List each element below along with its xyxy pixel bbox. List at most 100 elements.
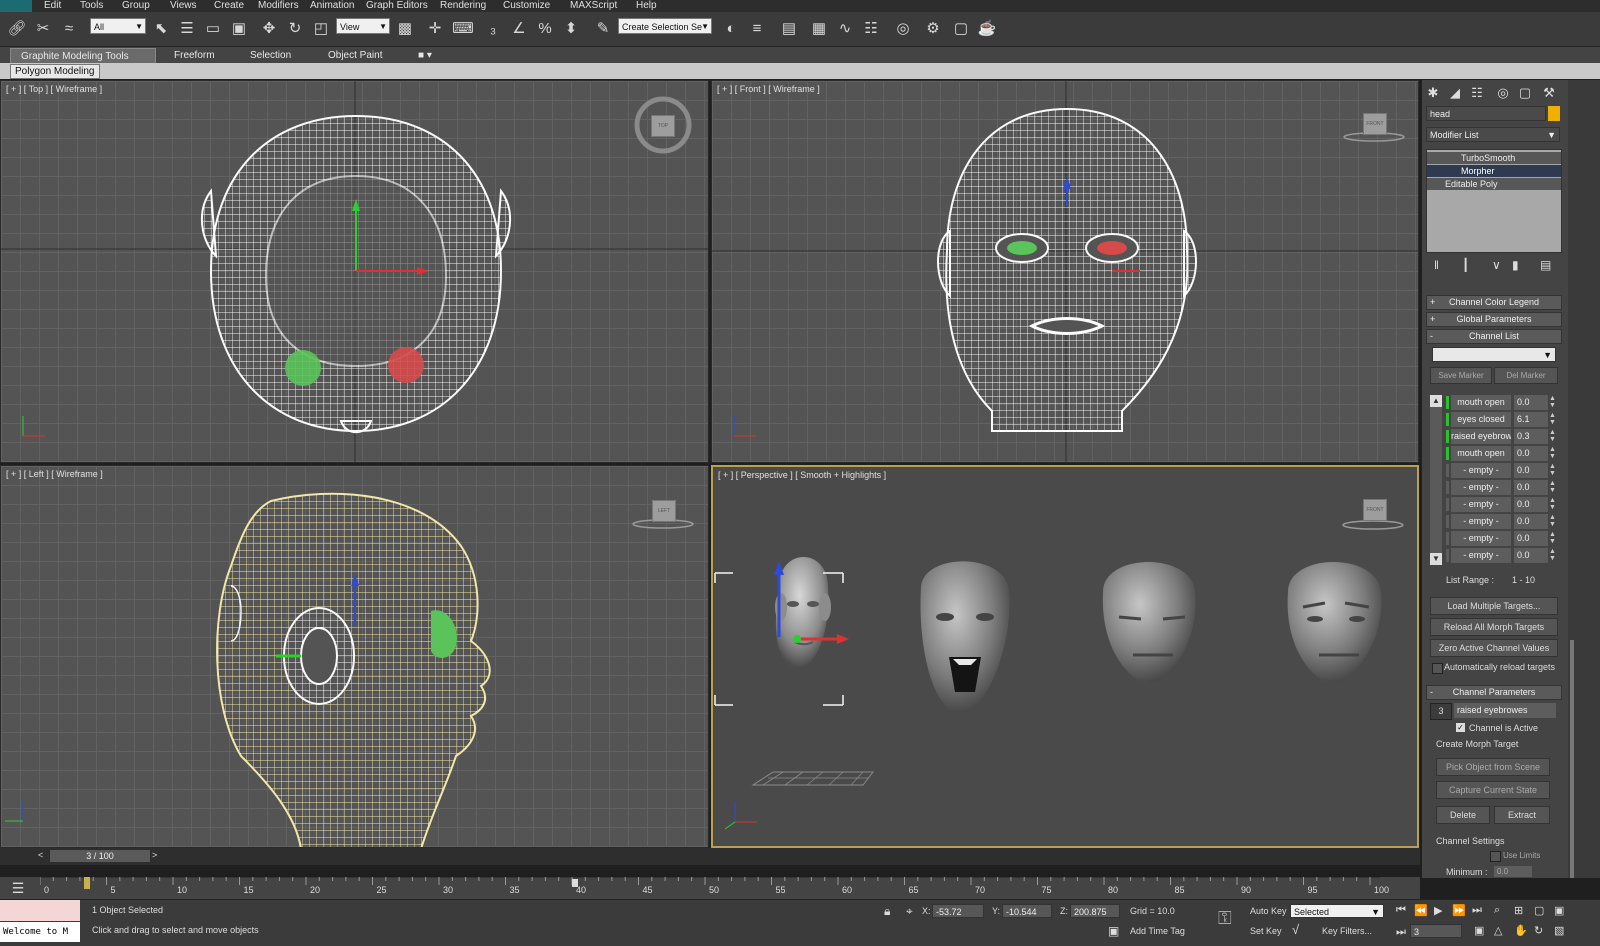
- next-key-icon[interactable]: ⏩: [1452, 904, 1466, 917]
- viewcube[interactable]: FRONT: [1363, 113, 1387, 135]
- tab-object-paint[interactable]: Object Paint: [318, 48, 392, 63]
- render-setup-icon[interactable]: ⚙: [922, 18, 944, 40]
- spinner-snap-icon[interactable]: ⬍: [560, 18, 582, 40]
- scroll-down-icon[interactable]: ▼: [1430, 553, 1442, 565]
- time-config-icon[interactable]: ▣: [1474, 924, 1484, 937]
- menu-views[interactable]: Views: [170, 0, 197, 12]
- window-crossing-icon[interactable]: ▣: [228, 18, 250, 40]
- menu-animation[interactable]: Animation: [310, 0, 354, 12]
- modify-tab-icon[interactable]: ◢: [1446, 84, 1464, 102]
- menu-tools[interactable]: Tools: [80, 0, 103, 12]
- transform-mode-icon[interactable]: ⌖: [906, 904, 913, 919]
- time-tag-icon[interactable]: ▣: [1108, 924, 1119, 938]
- channel-name-field[interactable]: raised eyebrowes: [1454, 703, 1556, 718]
- viewcube[interactable]: LEFT: [652, 500, 676, 522]
- pivot-center-icon[interactable]: ▩: [394, 18, 416, 40]
- polygon-modeling-panel[interactable]: Polygon Modeling: [10, 64, 100, 79]
- modifier-list-dropdown[interactable]: Modifier List ▼: [1426, 127, 1560, 142]
- scale-icon[interactable]: ◰: [310, 18, 332, 40]
- select-object-icon[interactable]: ⬉: [150, 18, 172, 40]
- list-item[interactable]: - empty -0.0 ▲ ▼: [1446, 497, 1556, 512]
- x-coord-field[interactable]: -53.72: [932, 904, 984, 918]
- tab-graphite-modeling-tools[interactable]: Graphite Modeling Tools: [10, 48, 156, 64]
- pick-object-button[interactable]: Pick Object from Scene: [1436, 758, 1550, 776]
- zero-active-values-button[interactable]: Zero Active Channel Values: [1430, 639, 1558, 657]
- select-by-name-icon[interactable]: ☰: [176, 18, 198, 40]
- zoom-extents-all-icon[interactable]: ▣: [1554, 904, 1564, 917]
- marker-dropdown[interactable]: ▼: [1432, 347, 1556, 362]
- play-icon[interactable]: ▶: [1434, 904, 1442, 917]
- key-marker[interactable]: [572, 879, 578, 887]
- capture-state-button[interactable]: Capture Current State: [1436, 781, 1550, 799]
- viewport-label[interactable]: [ + ] [ Left ] [ Wireframe ]: [6, 469, 103, 479]
- mirror-icon[interactable]: ◐: [720, 18, 742, 40]
- extract-button[interactable]: Extract: [1494, 806, 1550, 824]
- prev-key-icon[interactable]: ⏪: [1414, 904, 1428, 917]
- maximize-viewport-icon[interactable]: ▧: [1554, 924, 1564, 937]
- render-production-icon[interactable]: ☕: [976, 18, 998, 40]
- unlink-icon[interactable]: ✂: [32, 18, 54, 40]
- list-item[interactable]: mouth open 0.0 ▲ ▼: [1446, 395, 1556, 410]
- menu-maxscript[interactable]: MAXScript: [570, 0, 617, 12]
- tab-freeform[interactable]: Freeform: [164, 48, 225, 63]
- rendered-frame-icon[interactable]: ▢: [950, 18, 972, 40]
- align-icon[interactable]: ≡: [746, 18, 768, 40]
- viewport-front[interactable]: [ + ] [ Front ] [ Wireframe ] FRONT: [711, 80, 1419, 463]
- object-name-field[interactable]: head: [1426, 106, 1546, 121]
- ref-coord-dropdown[interactable]: View ▼: [336, 18, 390, 34]
- graphite-toggle-icon[interactable]: ▦: [808, 18, 830, 40]
- list-item[interactable]: - empty -0.0 ▲ ▼: [1446, 480, 1556, 495]
- stack-item-turbosmooth[interactable]: TurboSmooth: [1427, 152, 1561, 164]
- remove-modifier-icon[interactable]: ▮: [1512, 258, 1519, 272]
- menu-modifiers[interactable]: Modifiers: [258, 0, 299, 12]
- snap-3d-icon[interactable]: ₃: [482, 18, 504, 40]
- menu-help[interactable]: Help: [636, 0, 657, 12]
- pin-stack-icon[interactable]: ‖: [1434, 258, 1439, 272]
- percent-snap-icon[interactable]: %: [534, 18, 556, 40]
- del-marker-button[interactable]: Del Marker: [1494, 367, 1558, 384]
- viewcube[interactable]: TOP: [651, 115, 675, 137]
- bind-spacewarp-icon[interactable]: ≈: [58, 18, 80, 40]
- maxscript-mini-listener[interactable]: [0, 900, 80, 921]
- rollout-channel-parameters[interactable]: - Channel Parameters: [1426, 685, 1562, 700]
- rect-selection-icon[interactable]: ▭: [202, 18, 224, 40]
- viewport-perspective[interactable]: [ + ] [ Perspective ] [ Smooth + Highlig…: [711, 465, 1419, 848]
- list-item[interactable]: eyes closed 6.1 ▲ ▼: [1446, 412, 1556, 427]
- stack-item-editable-poly[interactable]: Editable Poly: [1427, 178, 1561, 190]
- menu-graph-editors[interactable]: Graph Editors: [366, 0, 428, 12]
- pan-icon[interactable]: ✋: [1514, 924, 1528, 937]
- app-logo[interactable]: [0, 0, 32, 12]
- set-key-button[interactable]: Set Key: [1250, 926, 1282, 936]
- object-color-swatch[interactable]: [1548, 106, 1560, 121]
- key-icon[interactable]: ⚿: [1218, 908, 1232, 929]
- track-bar[interactable]: ☰ 0 5 10 15 20 25 30 35 40 45 50 55 60 65 70 75 80 85 90 95…: [0, 876, 1420, 899]
- zoom-icon[interactable]: ⌕: [1494, 904, 1500, 917]
- material-editor-icon[interactable]: ◎: [892, 18, 914, 40]
- scroll-up-icon[interactable]: ▲: [1430, 395, 1442, 407]
- named-selection-dropdown[interactable]: Create Selection Se ▼: [618, 18, 712, 34]
- create-tab-icon[interactable]: ✱: [1424, 84, 1442, 102]
- move-icon[interactable]: ✥: [258, 18, 280, 40]
- list-item[interactable]: raised eyebrowe 0.3 ▲ ▼: [1446, 429, 1556, 444]
- show-end-result-icon[interactable]: ┃: [1462, 258, 1469, 272]
- list-item[interactable]: mouth open 0.0 ▲ ▼: [1446, 446, 1556, 461]
- prev-frame-icon[interactable]: <: [38, 850, 48, 862]
- goto-start-icon[interactable]: ⏮: [1396, 904, 1406, 917]
- configure-sets-icon[interactable]: ▤: [1540, 258, 1551, 272]
- stack-item-morpher[interactable]: Morpher: [1427, 165, 1561, 177]
- menu-edit[interactable]: Edit: [44, 0, 61, 12]
- rotate-icon[interactable]: ↻: [284, 18, 306, 40]
- set-key-icon[interactable]: √: [1292, 922, 1299, 937]
- key-mode-toggle-icon[interactable]: ⏭: [1396, 926, 1406, 939]
- orbit-icon[interactable]: ↻: [1534, 924, 1543, 937]
- display-tab-icon[interactable]: ▢: [1516, 84, 1534, 102]
- list-item[interactable]: - empty -0.0 ▲ ▼: [1446, 548, 1556, 563]
- listener-output[interactable]: Welcome to M: [0, 922, 80, 942]
- viewport-left[interactable]: [ + ] [ Left ] [ Wireframe ] LEFT: [0, 465, 709, 848]
- time-slider[interactable]: 3 / 100: [50, 850, 150, 862]
- mini-curve-editor-icon[interactable]: ☰: [4, 877, 32, 899]
- add-time-tag-button[interactable]: Add Time Tag: [1130, 926, 1185, 936]
- selection-filter-dropdown[interactable]: All ▼: [90, 18, 146, 34]
- keyboard-shortcut-icon[interactable]: ⌨: [452, 18, 474, 40]
- menu-customize[interactable]: Customize: [503, 0, 550, 12]
